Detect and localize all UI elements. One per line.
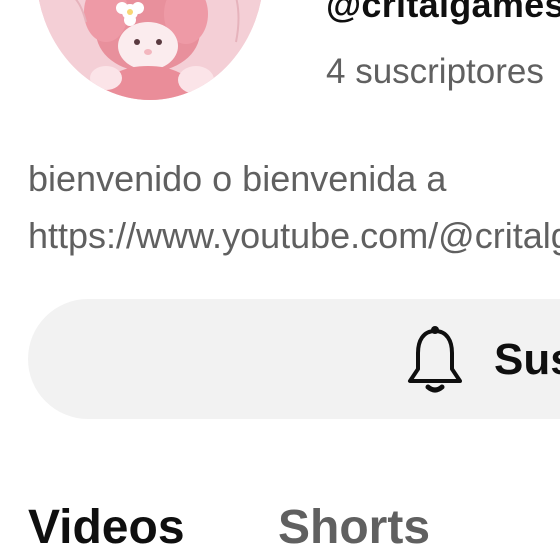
- subscribe-label: Suscribirse: [494, 335, 560, 384]
- avatar-image: [36, 0, 264, 100]
- tab-shorts[interactable]: Shorts: [278, 500, 430, 555]
- bell-icon: [408, 326, 462, 393]
- channel-description[interactable]: bienvenido o bienvenida a https://www.yo…: [28, 150, 560, 264]
- subscribe-button[interactable]: Suscribirse: [28, 299, 560, 419]
- description-line: bienvenido o bienvenida a: [28, 158, 447, 199]
- channel-page: @critalgames 4 suscriptores bienvenido o…: [0, 0, 560, 560]
- tab-videos[interactable]: Videos: [28, 500, 185, 555]
- channel-handle: @critalgames: [326, 0, 560, 25]
- description-line: https://www.youtube.com/@critalgames: [28, 215, 560, 256]
- subscriber-count: 4 suscriptores: [326, 52, 544, 91]
- channel-avatar[interactable]: [36, 0, 264, 100]
